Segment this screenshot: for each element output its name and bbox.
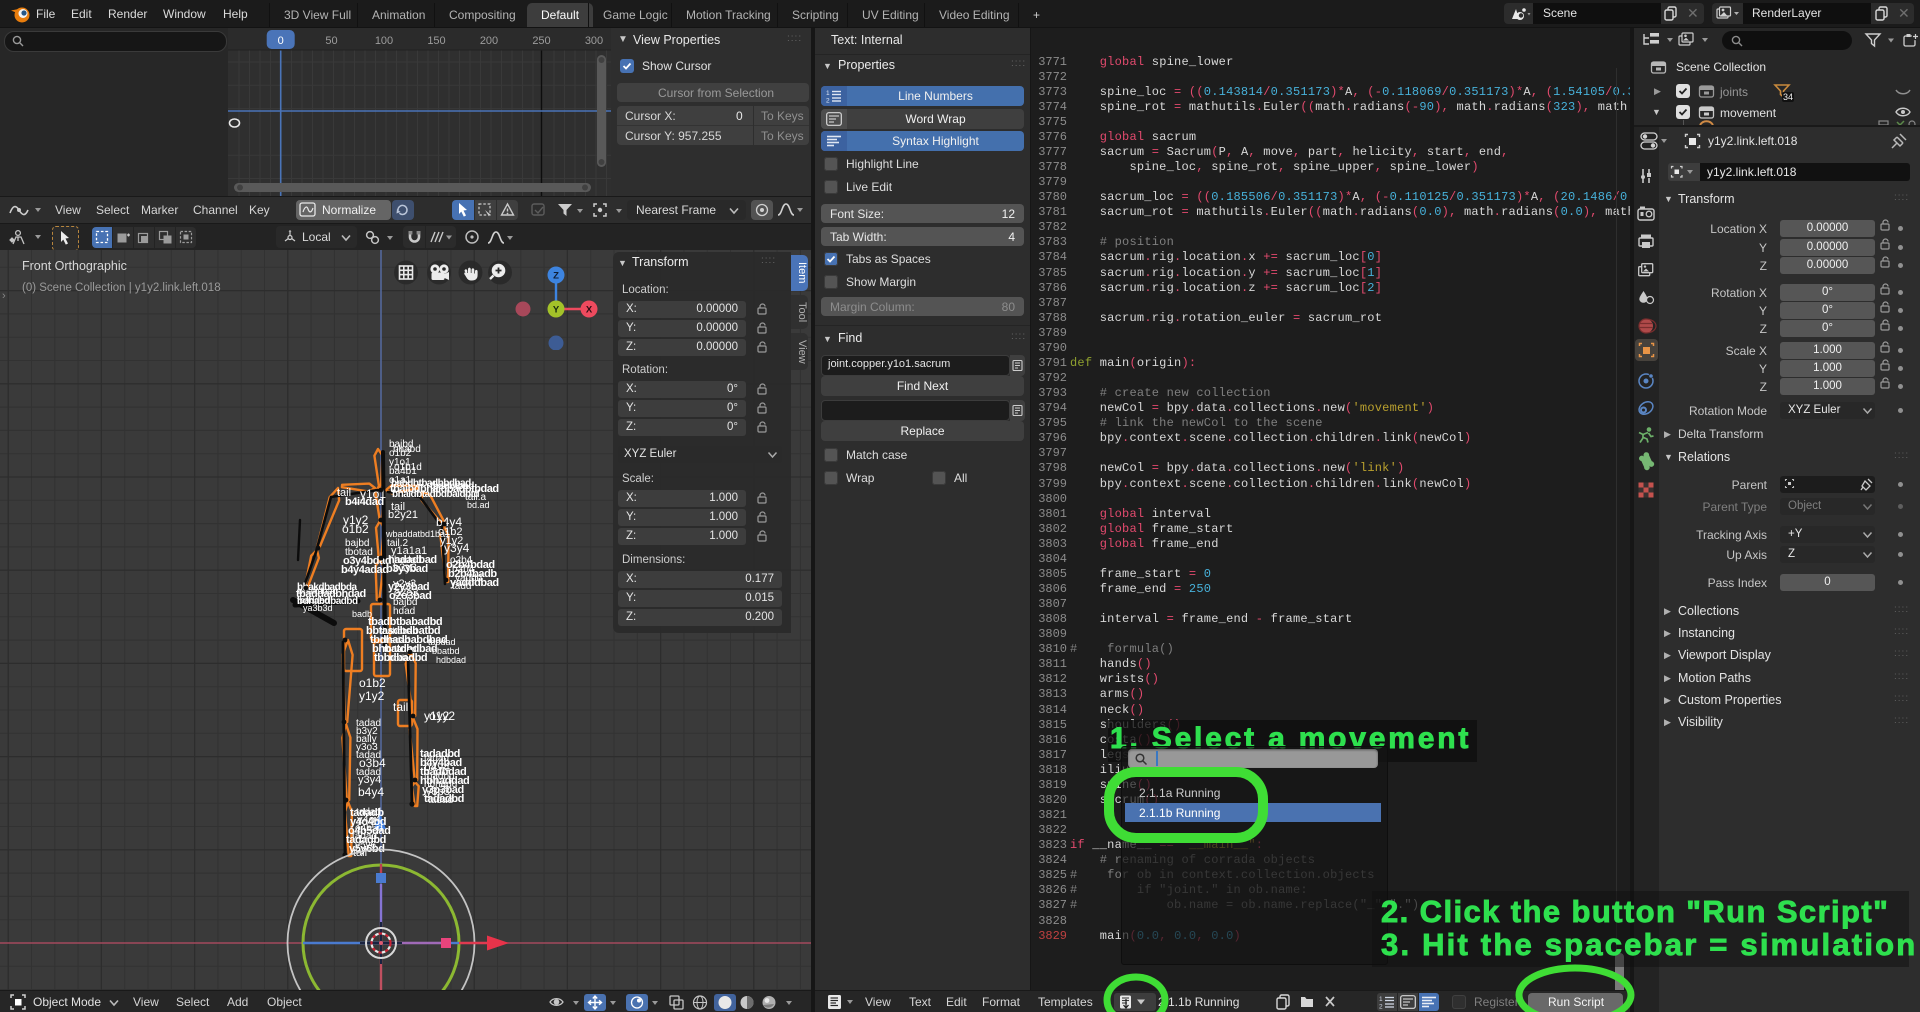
svg-text:tbadbtbad: tbadbtbad bbox=[430, 481, 474, 492]
svg-text:b2y21: b2y21 bbox=[388, 509, 418, 521]
svg-text:tail: tail bbox=[393, 700, 408, 714]
svg-text:o1a1: o1a1 bbox=[389, 475, 412, 486]
svg-text:250: 250 bbox=[532, 35, 550, 47]
svg-text:hdbdad: hdbdad bbox=[436, 655, 466, 665]
svg-text:b4y4: b4y4 bbox=[358, 785, 384, 799]
svg-text:2: 2 bbox=[826, 98, 830, 104]
svg-text:y1y2: y1y2 bbox=[359, 689, 385, 703]
svg-text:b4i4dad: b4i4dad bbox=[345, 496, 384, 508]
svg-text:tadadbd: tadadbd bbox=[424, 793, 464, 805]
svg-text:o1b2: o1b2 bbox=[359, 676, 386, 690]
svg-text:50: 50 bbox=[325, 35, 337, 47]
svg-text:yadddbad: yadddbad bbox=[450, 577, 499, 589]
svg-text:Z: Z bbox=[553, 271, 559, 282]
svg-text:b4y4adad: b4y4adad bbox=[341, 564, 389, 576]
svg-text:2: 2 bbox=[1379, 1004, 1383, 1010]
svg-text:200: 200 bbox=[480, 35, 498, 47]
svg-text:100: 100 bbox=[375, 35, 393, 47]
svg-text:ya3b3d: ya3b3d bbox=[303, 603, 333, 613]
svg-text:1: 1 bbox=[1379, 996, 1383, 1003]
svg-text:bd.ad: bd.ad bbox=[467, 500, 490, 510]
svg-text:bhabd: bhabd bbox=[393, 444, 421, 455]
svg-text:o1b2: o1b2 bbox=[342, 522, 369, 536]
svg-text:o2o3bad: o2o3bad bbox=[389, 590, 431, 602]
svg-text:1: 1 bbox=[826, 90, 830, 97]
svg-text:y3y4: y3y4 bbox=[444, 541, 470, 555]
svg-text:b3y3bad: b3y3bad bbox=[386, 563, 428, 575]
svg-text:o1y2: o1y2 bbox=[429, 709, 455, 723]
svg-text:X: X bbox=[586, 305, 593, 316]
svg-text:150: 150 bbox=[427, 35, 445, 47]
svg-text:300: 300 bbox=[585, 35, 603, 47]
svg-text:Y: Y bbox=[553, 305, 560, 316]
svg-text:0: 0 bbox=[278, 35, 284, 47]
svg-text:tbbdbadbd: tbbdbadbd bbox=[374, 652, 427, 664]
